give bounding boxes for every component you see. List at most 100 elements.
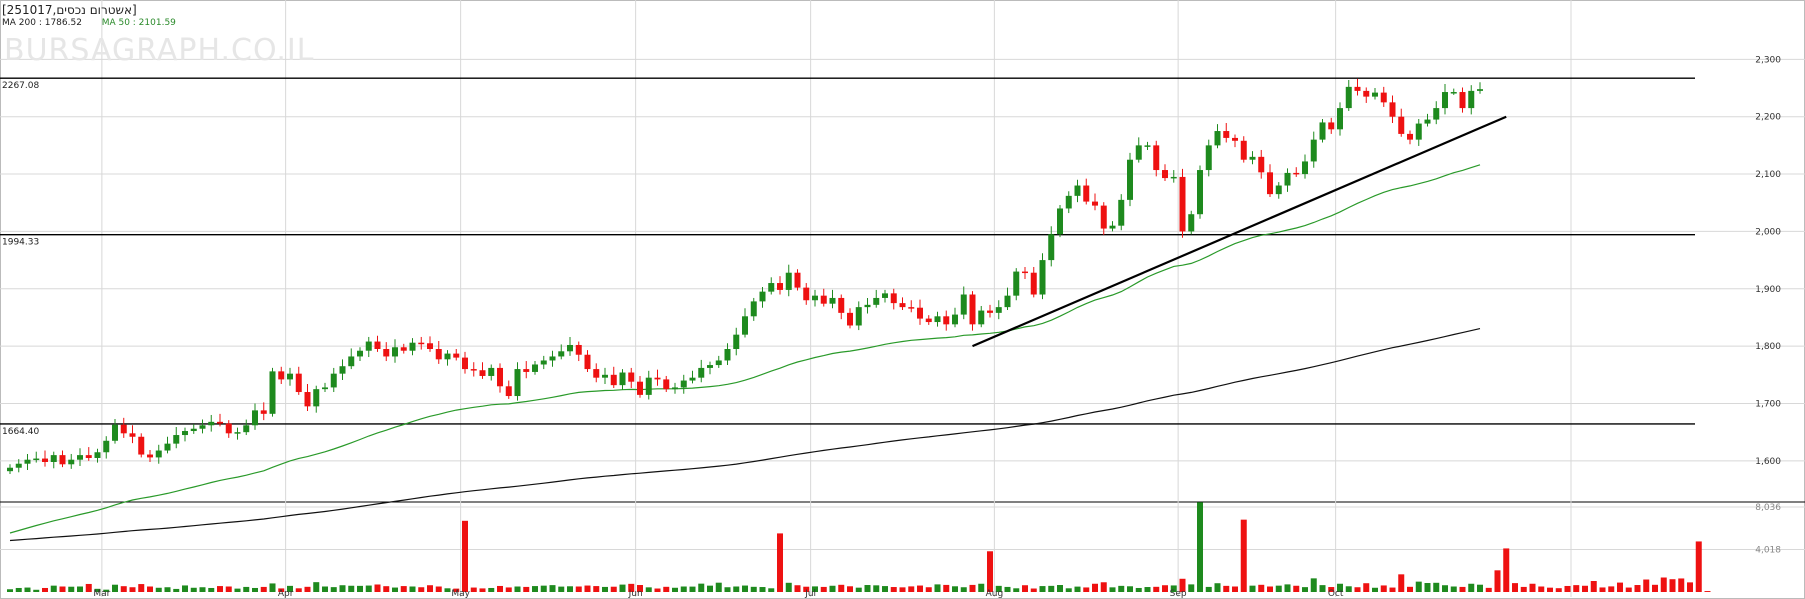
- candle-body: [619, 372, 626, 386]
- volume-bar: [724, 587, 731, 592]
- volume-bar: [785, 582, 792, 592]
- month-label: Oct: [1328, 589, 1344, 599]
- candle-body: [295, 373, 302, 393]
- volume-bar: [1625, 587, 1632, 592]
- volume-bar: [304, 586, 311, 592]
- candle-body: [208, 421, 215, 426]
- volume-bar: [497, 585, 503, 592]
- volume-bar: [890, 587, 897, 592]
- volume-bar: [1442, 585, 1448, 592]
- candle-body: [497, 367, 503, 387]
- level-label: 1994.33: [2, 238, 39, 248]
- candle-body: [1144, 145, 1151, 147]
- candle-body: [1380, 92, 1387, 103]
- watermark: BURSAGRAPH.CO.IL: [4, 33, 315, 68]
- candle-body: [129, 433, 136, 437]
- volume-bar: [645, 587, 652, 592]
- candle-body: [532, 364, 538, 372]
- volume-bar: [1153, 586, 1160, 592]
- month-label: Jul: [804, 589, 816, 599]
- volume-bar: [260, 586, 267, 592]
- volume-bar: [1074, 586, 1081, 592]
- volume-bar: [847, 586, 853, 592]
- volume-bar: [654, 588, 661, 592]
- candle-body: [514, 369, 521, 397]
- volume-bar: [243, 586, 250, 592]
- volume-bar: [505, 587, 512, 592]
- volume-bar: [234, 588, 241, 592]
- volume-bar: [873, 585, 880, 592]
- symbol-title: [251017,אשטרום נכסים]: [2, 3, 137, 17]
- volume-bar: [750, 586, 757, 592]
- volume-bar: [1127, 586, 1133, 592]
- volume-bar: [820, 586, 827, 592]
- volume-bar: [357, 585, 363, 592]
- volume-bar: [1643, 579, 1650, 592]
- volume-bar: [952, 586, 958, 592]
- candle-body: [462, 357, 468, 370]
- candle-body: [540, 360, 547, 365]
- volume-bar: [1582, 585, 1588, 592]
- candle-body: [637, 381, 643, 395]
- candle-body: [1275, 185, 1282, 195]
- volume-bar: [365, 585, 372, 592]
- candle-body: [1100, 205, 1107, 229]
- volume-bar: [1065, 588, 1072, 592]
- ma200-line: [9, 328, 1481, 542]
- candle-body: [392, 347, 398, 357]
- volume-bar: [829, 585, 836, 592]
- volume-bar: [689, 586, 696, 592]
- volume-bar: [42, 587, 48, 592]
- volume-bar: [129, 587, 136, 592]
- candle-body: [313, 389, 320, 407]
- candle-body: [715, 360, 722, 366]
- volume-bar: [549, 585, 556, 592]
- candle-body: [269, 371, 276, 414]
- candle-body: [925, 318, 932, 323]
- volume-bar: [479, 588, 486, 592]
- volume-bar: [1415, 581, 1422, 592]
- volume-bar: [138, 584, 145, 592]
- volume-bar: [348, 585, 355, 592]
- candle-body: [1030, 272, 1037, 295]
- volume-bar: [322, 586, 328, 592]
- volume-bar: [768, 588, 775, 592]
- volume-bar: [1267, 586, 1273, 592]
- candle-body: [225, 423, 232, 434]
- candle-body: [584, 354, 591, 370]
- volume-bar: [742, 585, 748, 592]
- candle-body: [7, 467, 13, 472]
- candle-body: [724, 349, 731, 361]
- price-tick-label: 2,000: [1755, 227, 1781, 237]
- candle-body: [330, 373, 337, 388]
- volume-bar: [899, 587, 906, 592]
- candle-body: [829, 297, 836, 304]
- volume-bar: [269, 583, 276, 592]
- volume-bar: [1485, 587, 1492, 592]
- volume-bar: [943, 584, 950, 592]
- candle-body: [1450, 92, 1457, 94]
- volume-bar: [182, 585, 188, 592]
- candle-body: [182, 431, 188, 436]
- candle-body: [1127, 159, 1133, 200]
- candle-body: [523, 369, 530, 372]
- candle-body: [1004, 295, 1011, 308]
- candle-body: [1092, 201, 1098, 206]
- volume-bar: [1608, 586, 1615, 592]
- candle-body: [138, 436, 145, 455]
- volume-bar: [1223, 585, 1230, 592]
- candle-body: [750, 301, 757, 317]
- volume-bar: [602, 586, 608, 592]
- volume-bar: [733, 586, 740, 592]
- volume-bar: [1520, 586, 1527, 592]
- volume-bar: [960, 587, 967, 592]
- volume-bar: [584, 585, 591, 592]
- candle-body: [453, 353, 460, 358]
- candle-body: [1135, 145, 1142, 160]
- candle-body: [217, 421, 223, 424]
- volume-bar: [1135, 587, 1142, 592]
- candlestick-chart: 2,300 2,200 2,100 2,000 1,900 1,800 1,700 1,600…: [0, 0, 1805, 599]
- axis-labels: 2,300 2,200 2,100 2,000 1,900 1,800 1,700 1,600…: [2, 55, 1781, 599]
- volume-bar: [698, 583, 705, 592]
- price-tick-label: 2,100: [1755, 170, 1781, 180]
